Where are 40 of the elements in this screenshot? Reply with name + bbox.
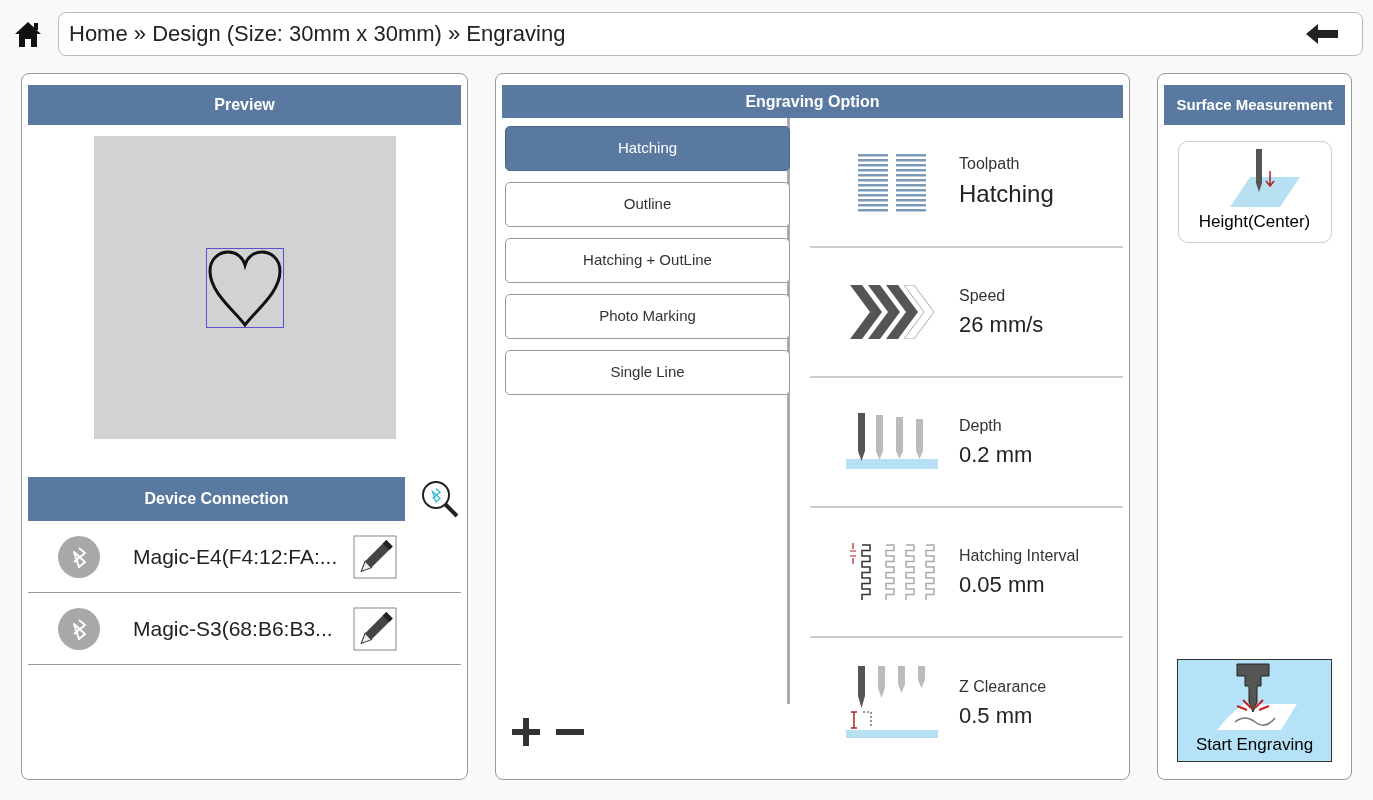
edit-icon[interactable] (353, 606, 397, 651)
panel-header: Engraving Option (502, 85, 1123, 118)
bluetooth-icon (58, 607, 100, 650)
device-row[interactable]: Magic-E4(F4:12:FA:... (28, 521, 461, 593)
toolpath-option[interactable]: Outline (505, 182, 790, 227)
toolpath-option[interactable]: Hatching + OutLine (505, 238, 790, 283)
setting-value: 0.5 mm (959, 701, 1034, 730)
panel-header: Device Connection (28, 477, 405, 521)
setting-label: Speed (959, 285, 1007, 306)
setting-label: Z Clearance (959, 676, 1047, 697)
heart-icon (206, 248, 283, 327)
device-row[interactable]: Magic-S3(68:B6:B3... (28, 593, 461, 665)
bluetooth-search-icon[interactable] (421, 480, 459, 518)
edit-icon[interactable] (353, 534, 397, 579)
back-arrow-icon[interactable] (1306, 23, 1338, 44)
breadcrumb: Home » Design (Size: 30mm x 30mm) » Engraving (69, 20, 566, 48)
chevrons-icon (849, 285, 934, 339)
bluetooth-icon (58, 535, 100, 578)
panel-header: Surface Measurement (1164, 85, 1345, 125)
setting-value: Hatching (959, 179, 1054, 209)
device-name: Magic-S3(68:B6:B3... (133, 615, 334, 642)
start-engraving-button[interactable]: Start Engraving (1177, 659, 1332, 762)
toolpath-option[interactable]: Hatching (505, 126, 790, 171)
toolpath-option[interactable]: Photo Marking (505, 294, 790, 339)
setting-label: Toolpath (959, 154, 1021, 174)
selection-box[interactable] (205, 247, 284, 328)
setting-value: 0.2 mm (959, 440, 1033, 469)
setting-value: 26 mm/s (959, 310, 1044, 339)
panel-header: Preview (28, 85, 461, 125)
setting-label: Hatching Interval (959, 545, 1080, 566)
toolpath-option[interactable]: Single Line (505, 350, 790, 395)
depth-tools-icon (845, 413, 938, 471)
device-name: Magic-E4(F4:12:FA:... (133, 543, 339, 570)
setting-label: Depth (959, 415, 1003, 436)
hatched-letters-icon (855, 152, 928, 212)
setting-value: 0.05 mm (959, 570, 1046, 599)
clearance-tools-icon (845, 666, 938, 740)
home-icon[interactable] (14, 19, 42, 48)
height-button[interactable]: Height(Center) (1177, 141, 1332, 243)
plus-icon[interactable] (512, 718, 540, 746)
